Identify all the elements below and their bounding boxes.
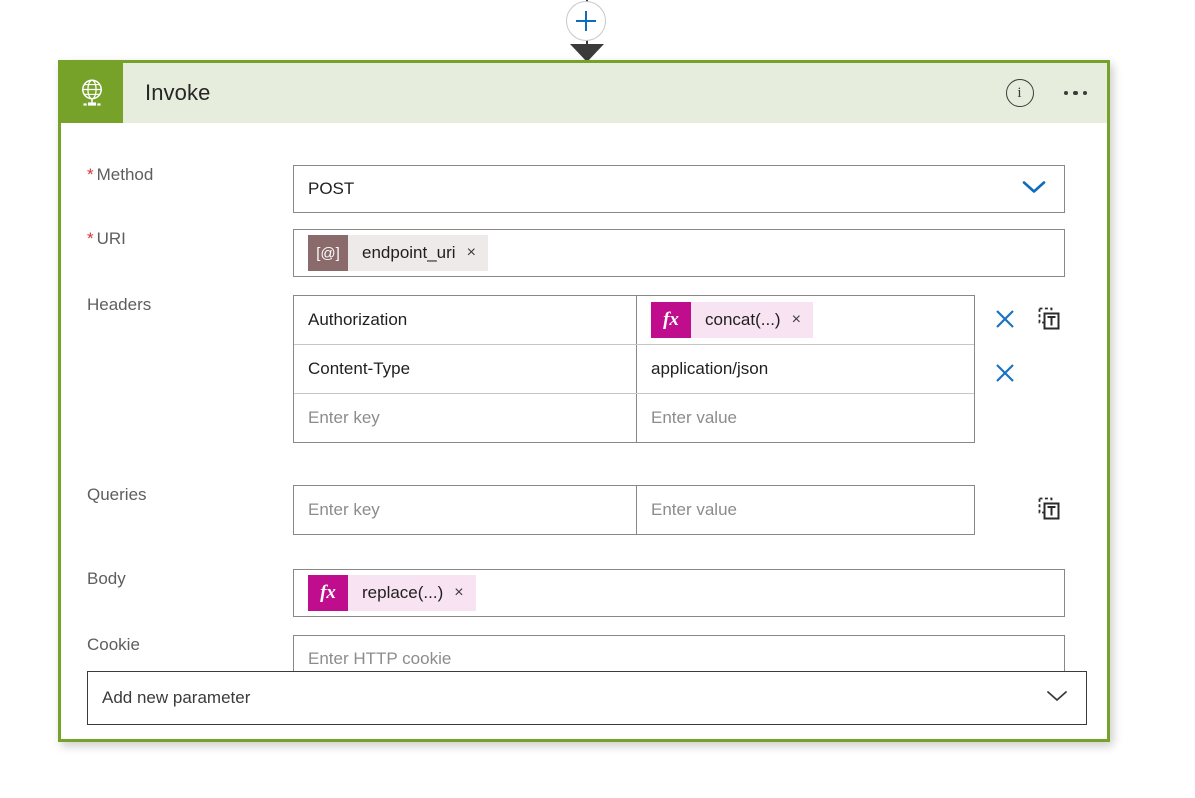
queries-field-area: Enter key Enter value — [293, 485, 1107, 535]
query-value-input[interactable]: Enter value — [637, 486, 974, 534]
expression-token-icon: fx — [308, 575, 348, 611]
uri-field-area: [@] endpoint_uri × — [293, 229, 1107, 277]
header-value-input[interactable]: application/json — [637, 345, 974, 393]
header-value-token-chip[interactable]: fx concat(...) × — [651, 302, 813, 338]
plus-icon-vertical — [585, 11, 587, 31]
queries-row-tools — [1037, 485, 1061, 533]
header-key-input[interactable]: Content-Type — [294, 345, 637, 393]
globe-network-icon — [61, 63, 123, 123]
body-field-area: fx replace(...) × — [293, 569, 1107, 617]
remove-token-icon[interactable]: × — [792, 312, 801, 328]
headers-row: Headers Authorization fx concat(...) × C… — [61, 295, 1107, 443]
body-token-text: replace(...) — [362, 583, 444, 602]
required-marker: * — [87, 165, 94, 184]
body-input[interactable]: fx replace(...) × — [293, 569, 1065, 617]
add-parameter-label: Add new parameter — [102, 688, 251, 707]
method-label-text: Method — [96, 165, 154, 184]
header-value-input-empty[interactable]: Enter value — [637, 394, 974, 442]
insert-text-icon[interactable] — [1037, 307, 1061, 331]
body-token-chip[interactable]: fx replace(...) × — [308, 575, 476, 611]
queries-table: Enter key Enter value — [293, 485, 975, 535]
uri-label-text: URI — [96, 229, 126, 248]
method-field-area: POST — [293, 165, 1107, 213]
dynamic-content-token-icon: [@] — [308, 235, 348, 271]
headers-row-2-tools — [993, 349, 1017, 397]
header-key-input[interactable]: Authorization — [294, 296, 637, 344]
uri-row: * URI [@] endpoint_uri × — [61, 229, 1107, 277]
headers-label: Headers — [87, 295, 152, 314]
chevron-down-icon — [1044, 687, 1070, 709]
method-row: * Method POST — [61, 165, 1107, 213]
remove-token-icon[interactable]: × — [454, 585, 463, 601]
uri-token-text: endpoint_uri — [362, 243, 456, 262]
card-title: Invoke — [145, 80, 211, 105]
body-token-body: replace(...) × — [348, 575, 476, 611]
headers-field-area: Authorization fx concat(...) × Content-T… — [293, 295, 1107, 443]
uri-token-body: endpoint_uri × — [348, 235, 488, 271]
chevron-down-icon — [1020, 178, 1048, 201]
step-connector — [0, 0, 1195, 62]
header-value-token-text: concat(...) — [705, 310, 781, 329]
add-parameter-select[interactable]: Add new parameter — [87, 671, 1087, 725]
body-row: Body fx replace(...) × — [61, 569, 1107, 617]
header-value-input[interactable]: fx concat(...) × — [637, 296, 974, 344]
headers-table: Authorization fx concat(...) × Content-T… — [293, 295, 975, 443]
uri-input[interactable]: [@] endpoint_uri × — [293, 229, 1065, 277]
ellipsis-icon[interactable] — [1060, 83, 1092, 104]
body-label: Body — [87, 569, 126, 588]
close-x-icon[interactable] — [993, 307, 1017, 331]
insert-text-icon[interactable] — [1037, 497, 1061, 521]
query-key-input[interactable]: Enter key — [294, 486, 637, 534]
card-body: * Method POST * URI [@] endpoint_uri × H… — [61, 123, 1107, 739]
table-row: Enter key Enter value — [294, 394, 974, 442]
card-header[interactable]: Invoke i — [61, 63, 1107, 123]
headers-row-1-tools — [993, 295, 1061, 343]
uri-label: * URI — [61, 229, 293, 249]
invoke-action-card: Invoke i * Method POST * URI [@] endpoin… — [58, 60, 1110, 742]
method-label: * Method — [61, 165, 293, 185]
method-value: POST — [308, 179, 355, 198]
card-header-actions: i — [1005, 63, 1092, 123]
uri-token-chip[interactable]: [@] endpoint_uri × — [308, 235, 488, 271]
required-marker: * — [87, 229, 94, 248]
table-row: Content-Type application/json — [294, 345, 974, 394]
method-select[interactable]: POST — [293, 165, 1065, 213]
header-value-token-body: concat(...) × — [691, 302, 813, 338]
queries-row: Queries Enter key Enter value — [61, 485, 1107, 535]
queries-label: Queries — [87, 485, 147, 504]
close-x-icon[interactable] — [993, 361, 1017, 385]
info-icon[interactable]: i — [1005, 79, 1034, 107]
header-key-input-empty[interactable]: Enter key — [294, 394, 637, 442]
cookie-label: Cookie — [87, 635, 140, 654]
table-row: Authorization fx concat(...) × — [294, 296, 974, 345]
remove-token-icon[interactable]: × — [467, 245, 476, 261]
expression-token-icon: fx — [651, 302, 691, 338]
table-row: Enter key Enter value — [294, 486, 974, 534]
